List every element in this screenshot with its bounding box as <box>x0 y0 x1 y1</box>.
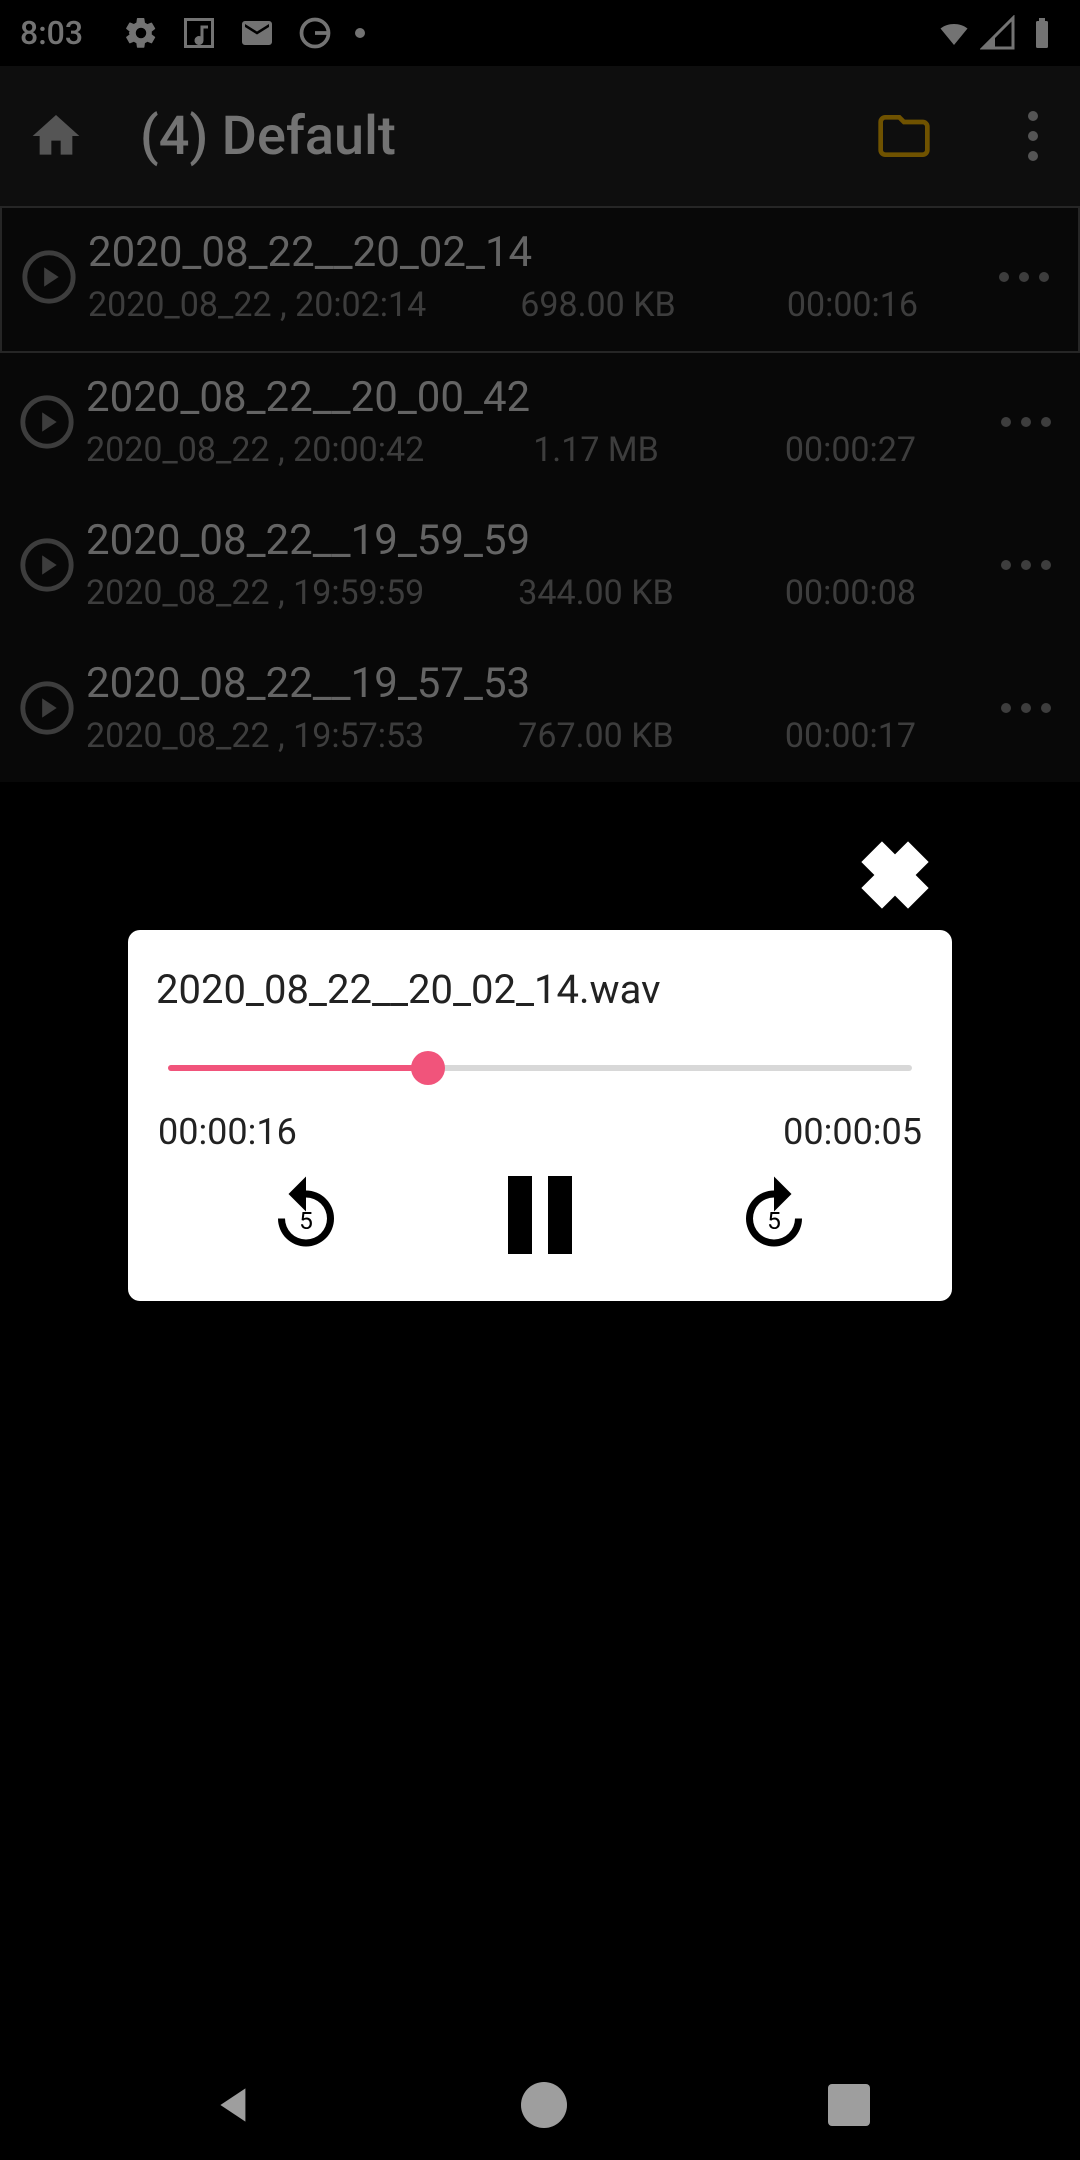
svg-text:5: 5 <box>767 1206 781 1235</box>
time-total: 00:00:16 <box>158 1111 297 1153</box>
system-nav-bar <box>0 2050 1080 2160</box>
playback-slider[interactable] <box>168 1053 912 1083</box>
svg-text:5: 5 <box>299 1206 313 1235</box>
rewind-5-button[interactable]: 5 <box>264 1173 348 1257</box>
modal-overlay: 2020_08_22__20_02_14.wav 00:00:16 00:00:… <box>0 0 1080 2160</box>
back-button[interactable] <box>210 2080 260 2130</box>
recents-button[interactable] <box>828 2084 870 2126</box>
player-filename: 2020_08_22__20_02_14.wav <box>148 966 932 1013</box>
time-remaining: 00:00:05 <box>783 1111 922 1153</box>
forward-5-button[interactable]: 5 <box>732 1173 816 1257</box>
home-nav-button[interactable] <box>521 2082 567 2128</box>
close-button[interactable] <box>860 840 930 910</box>
player-dialog: 2020_08_22__20_02_14.wav 00:00:16 00:00:… <box>128 930 952 1301</box>
pause-button[interactable] <box>500 1175 580 1255</box>
